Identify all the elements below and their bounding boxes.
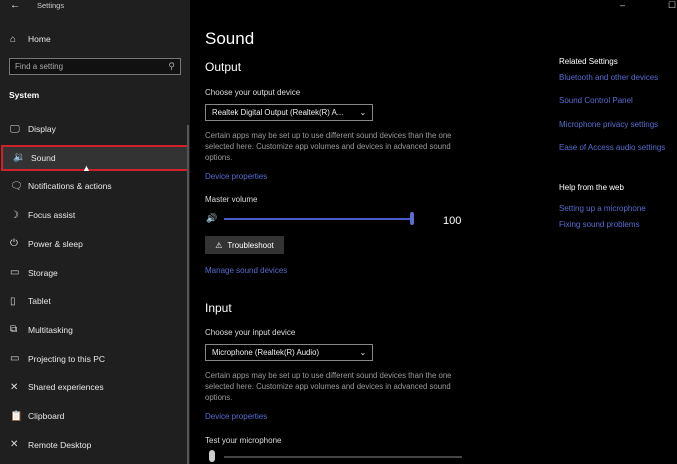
sidebar-item-label: Multitasking [28, 324, 73, 335]
troubleshoot-label: Troubleshoot [227, 240, 274, 250]
volume-slider[interactable] [224, 212, 414, 225]
sidebar-item-icon: ▭ [10, 267, 20, 278]
input-device-dropdown[interactable]: Microphone (Realtek(R) Audio) ⌄ [205, 344, 373, 361]
sidebar: ← Settings ⌂ Home Find a setting ⚲ System… [0, 0, 190, 464]
sidebar-item-icon: ▯ [10, 295, 16, 307]
input-device-properties-link[interactable]: Device properties [205, 412, 267, 421]
sidebar-item-tablet[interactable]: ▯ Tablet [0, 288, 190, 314]
sidebar-item-label: Notifications & actions [28, 181, 112, 192]
sidebar-item-shared-experiences[interactable]: ✕ Shared experiences [0, 374, 190, 400]
sidebar-item-label: Power & sleep [28, 238, 83, 249]
sidebar-item-label: Clipboard [28, 411, 65, 421]
minimize-button[interactable]: – [620, 0, 625, 10]
sidebar-item-icon: ✕ [10, 439, 19, 451]
sidebar-item-icon: ⧉ [10, 324, 18, 336]
window-title: Settings [37, 1, 65, 10]
maximize-button[interactable]: ☐ [668, 0, 676, 11]
related-link[interactable]: Ease of Access audio settings [559, 143, 665, 152]
sidebar-item-icon: ✕ [10, 381, 19, 393]
sidebar-scrollbar[interactable] [187, 125, 189, 464]
sidebar-item-label: Remote Desktop [28, 439, 92, 450]
sidebar-item-label: Shared experiences [28, 382, 104, 393]
sidebar-item-power-sleep[interactable]: ⏻ Power & sleep [0, 231, 190, 257]
search-input[interactable]: Find a setting ⚲ [9, 58, 181, 75]
microphone-level-bar [224, 456, 462, 458]
output-heading: Output [205, 60, 242, 74]
sidebar-item-focus-assist[interactable]: ☽ Focus assist [0, 202, 190, 228]
sidebar-item-icon: 🔉 [13, 152, 26, 164]
related-link[interactable]: Bluetooth and other devices [559, 73, 658, 82]
sidebar-item-label: Storage [28, 267, 58, 278]
sidebar-item-label: Projecting to this PC [28, 353, 106, 364]
mouse-cursor-icon: ▲ [82, 163, 91, 173]
sidebar-item-icon: ⏻ [10, 238, 18, 250]
sidebar-item-icon: ☽ [10, 209, 19, 221]
related-settings-heading: Related Settings [559, 57, 618, 66]
sidebar-item-label: Tablet [28, 296, 51, 307]
input-device-value: Microphone (Realtek(R) Audio) [212, 348, 320, 357]
microphone-icon [209, 450, 215, 462]
sidebar-item-icon: 🗨 [10, 180, 23, 192]
input-device-label: Choose your input device [205, 328, 296, 337]
sidebar-item-clipboard[interactable]: 📋 Clipboard [0, 403, 190, 429]
sidebar-item-storage[interactable]: ▭ Storage [0, 260, 190, 286]
output-device-label: Choose your output device [205, 88, 301, 97]
sidebar-item-projecting-to-this-pc[interactable]: ▭ Projecting to this PC [0, 346, 190, 372]
input-heading: Input [205, 301, 232, 315]
sidebar-home[interactable]: ⌂ Home [0, 26, 190, 52]
help-link[interactable]: Fixing sound problems [559, 220, 639, 229]
help-heading: Help from the web [559, 183, 624, 192]
sidebar-item-label: Sound [31, 152, 56, 163]
test-microphone-label: Test your microphone [205, 436, 282, 445]
volume-value: 100 [443, 215, 462, 227]
sidebar-item-label: Focus assist [28, 210, 76, 221]
sidebar-item-icon: 📋 [10, 410, 23, 422]
sidebar-item-sound[interactable]: 🔉 Sound [1, 144, 189, 171]
related-link[interactable]: Sound Control Panel [559, 96, 633, 105]
section-heading: System [9, 90, 40, 100]
sidebar-item-display[interactable]: 🖵 Display [0, 116, 190, 142]
chevron-down-icon: ⌄ [359, 348, 366, 357]
search-icon: ⚲ [168, 61, 175, 71]
chevron-down-icon: ⌄ [359, 108, 366, 117]
sidebar-item-icon: ▭ [10, 353, 20, 365]
master-volume-label: Master volume [205, 195, 258, 204]
back-arrow-icon[interactable]: ← [10, 0, 20, 11]
input-description: Certain apps may be set up to use differ… [205, 371, 452, 402]
output-description: Certain apps may be set up to use differ… [205, 131, 452, 162]
speaker-icon[interactable]: 🔊 [206, 213, 217, 224]
search-placeholder: Find a setting [15, 62, 64, 71]
sidebar-item-label: Display [28, 124, 56, 134]
output-device-properties-link[interactable]: Device properties [205, 172, 267, 181]
output-device-value: Realtek Digital Output (Realtek(R) A... [212, 108, 344, 117]
warning-icon: ⚠ [215, 240, 223, 250]
sidebar-item-notifications-actions[interactable]: 🗨 Notifications & actions [0, 173, 190, 199]
manage-sound-devices-link[interactable]: Manage sound devices [205, 266, 287, 275]
related-link[interactable]: Microphone privacy settings [559, 120, 658, 129]
home-icon: ⌂ [10, 33, 17, 45]
output-device-dropdown[interactable]: Realtek Digital Output (Realtek(R) A... ⌄ [205, 104, 373, 121]
page-title: Sound [205, 29, 255, 48]
sidebar-item-icon: 🖵 [10, 123, 20, 135]
volume-fill [224, 218, 412, 220]
help-link[interactable]: Setting up a microphone [559, 204, 646, 213]
troubleshoot-button[interactable]: ⚠ Troubleshoot [205, 236, 284, 254]
sidebar-item-multitasking[interactable]: ⧉ Multitasking [0, 317, 190, 343]
home-label: Home [28, 34, 51, 44]
sidebar-item-remote-desktop[interactable]: ✕ Remote Desktop [0, 432, 190, 458]
volume-thumb[interactable] [410, 212, 414, 225]
